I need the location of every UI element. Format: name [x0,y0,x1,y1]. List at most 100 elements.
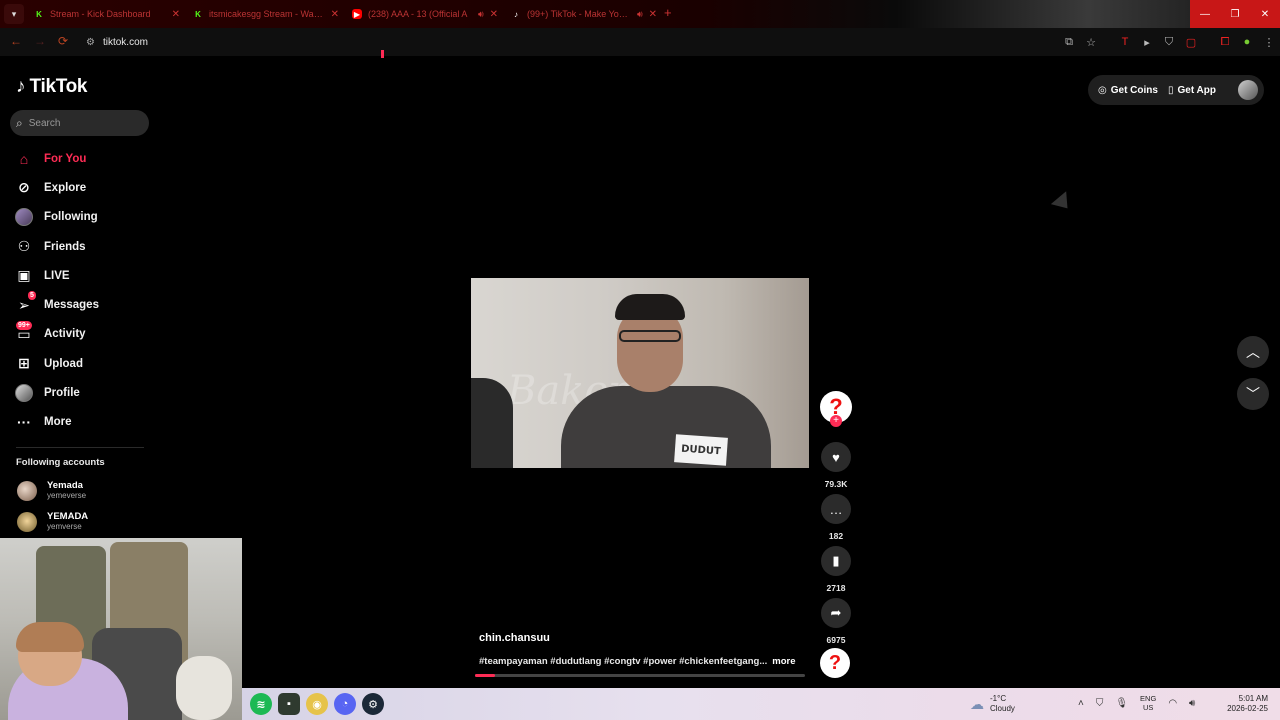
clock-date: 2026-02-25 [1227,704,1268,713]
menu-kebab-icon[interactable]: ⋮ [1258,33,1280,51]
account-name: YEMADA [47,511,89,522]
video-progress-bar[interactable] [475,674,805,677]
close-icon[interactable]: ✕ [172,9,180,20]
follow-button[interactable]: + [830,415,842,427]
get-app-button[interactable]: ▯ Get App [1168,85,1216,96]
account-handle: yemeverse [47,491,87,500]
sidebar-item-profile[interactable]: Profile [12,378,152,407]
microphone-icon[interactable]: 🎙︎ [1115,698,1128,709]
extensions-puzzle-icon[interactable]: ⧠ [1214,33,1236,51]
new-tab-button[interactable]: + [664,5,672,20]
sidebar-item-for-you[interactable]: ⌂ For You [12,144,152,173]
tiktok-logo[interactable]: ♪ TikTok [16,76,87,98]
weather-desc: Cloudy [990,704,1015,713]
sidebar-item-more[interactable]: ··· More [12,408,152,437]
tab-kick-stream[interactable]: K itsmicakesgg Stream - Watch L ✕ [187,4,345,24]
app-icon[interactable]: ▪ [278,693,300,715]
youtube-icon: ▶ [352,9,362,19]
reload-icon[interactable]: ⟳ [58,34,68,48]
previous-video-button[interactable]: ︿ [1237,336,1269,368]
next-video-button[interactable]: ﹀ [1237,378,1269,410]
comment-action: … 182 [818,494,854,541]
video-name-tag: DUDUT [674,434,728,466]
video-author[interactable]: chin.chansuu [479,632,550,644]
music-disc-icon[interactable]: ? [820,648,850,678]
get-coins-button[interactable]: ◎ Get Coins [1098,85,1158,96]
extension-tp-icon[interactable]: T [1114,33,1136,51]
close-window-icon[interactable]: ✕ [1250,0,1280,28]
chevron-up-icon[interactable]: ˄ [1078,698,1084,709]
top-actions: ◎ Get Coins ▯ Get App [1088,75,1264,105]
account-name: Yemada [47,480,83,491]
minimize-icon[interactable]: — [1190,0,1220,28]
extension-play-icon[interactable]: ▸ [1136,33,1158,51]
avatar-icon [14,207,34,227]
profile-icon[interactable]: ● [1236,33,1258,51]
wifi-icon[interactable]: ◠ [1168,698,1177,709]
like-action: ♥ 79.3K [818,442,854,489]
tab-search-button[interactable]: ▾ [4,4,24,24]
search-input[interactable] [28,117,129,129]
bookmark-icon[interactable]: ▮ [821,546,851,576]
taskbar-clock[interactable]: 5:01 AM 2026-02-25 [1227,694,1268,714]
following-account[interactable]: YEMADA yemverse [17,511,88,532]
live-tv-icon: ▣ [17,267,31,284]
tab-youtube[interactable]: ▶ (238) AAA - 13 (Official A 🔊︎ ✕ [346,4,504,24]
extension-square-icon[interactable]: ▢ [1180,33,1202,51]
sidebar-item-activity[interactable]: ▭ 99+ Activity [12,320,152,349]
close-icon[interactable]: ✕ [649,9,657,20]
extension-shield-icon[interactable]: ⛉ [1158,33,1180,51]
bookmark-star-icon[interactable]: ☆ [1080,33,1102,51]
tab-title: Stream - Kick Dashboard [50,9,151,19]
kick-icon: K [195,9,201,19]
tab-tiktok[interactable]: ♪ (99+) TikTok - Make Your D 🔊︎ ✕ [505,4,663,24]
sidebar-item-label: Messages [44,299,99,312]
search-box[interactable]: ⌕ [10,110,149,136]
sidebar-item-label: LIVE [44,269,70,282]
tiktok-note-icon: ♪ [16,76,26,97]
comment-icon[interactable]: … [821,494,851,524]
page-load-indicator [381,50,384,58]
tab-kick-dashboard[interactable]: K Stream - Kick Dashboard ✕ [28,4,186,24]
weather-widget[interactable]: ☁ -1°C Cloudy [970,694,1015,714]
sidebar-item-upload[interactable]: ⊞ Upload [12,349,152,378]
cloud-icon: ☁ [970,695,984,712]
discord-icon[interactable]: ◔ [334,693,356,715]
steam-icon[interactable]: ⚙ [362,693,384,715]
network-app-icon[interactable]: ⛉ [1096,698,1104,709]
user-avatar[interactable] [1238,80,1258,100]
share-icon[interactable]: ➦ [821,598,851,628]
spotify-icon[interactable]: ≋ [250,693,272,715]
video-player[interactable]: Baker DUDUT [471,278,809,468]
install-app-icon[interactable]: ⧉ [1058,33,1080,51]
speaker-icon[interactable]: 🔊︎ [478,9,484,20]
forward-icon[interactable]: → [34,34,46,48]
following-accounts-title: Following accounts [16,457,105,468]
sidebar-item-live[interactable]: ▣ LIVE [12,261,152,290]
speaker-icon[interactable]: 🔊︎ [637,9,643,20]
plus-square-icon: ⊞ [18,355,30,372]
heart-icon[interactable]: ♥ [821,442,851,472]
chrome-icon[interactable]: ◉ [306,693,328,715]
webcam-overlay [0,538,242,720]
tab-title: (238) AAA - 13 (Official A [368,9,468,19]
sidebar-item-label: For You [44,152,87,165]
close-icon[interactable]: ✕ [490,9,498,20]
language-indicator[interactable]: ENG US [1140,694,1156,712]
back-icon[interactable]: ← [10,34,22,48]
sidebar-item-explore[interactable]: ⊘ Explore [12,173,152,202]
caption-more-button[interactable]: more [772,656,795,667]
close-icon[interactable]: ✕ [331,9,339,20]
following-account[interactable]: Yemada yemeverse [17,480,86,501]
sidebar-item-friends[interactable]: ⚇ Friends [12,232,152,261]
volume-icon[interactable]: 🔊︎ [1189,698,1195,709]
coin-icon: ◎ [1098,84,1107,96]
sidebar-item-messages[interactable]: ➢ 5 Messages [12,290,152,319]
address-bar: ← → ⟳ ⚙ tiktok.com ⧉ ☆ T ▸ ⛉ ▢ ⧠ ● ⋮ [0,28,1280,56]
site-settings-icon[interactable]: ⚙ [86,37,95,48]
sidebar-item-following[interactable]: Following [12,203,152,232]
sidebar-item-label: Activity [44,328,86,341]
restore-icon[interactable]: ❐ [1220,0,1250,28]
share-count: 6975 [826,635,846,645]
url-field[interactable]: ⚙ tiktok.com [80,32,1090,52]
